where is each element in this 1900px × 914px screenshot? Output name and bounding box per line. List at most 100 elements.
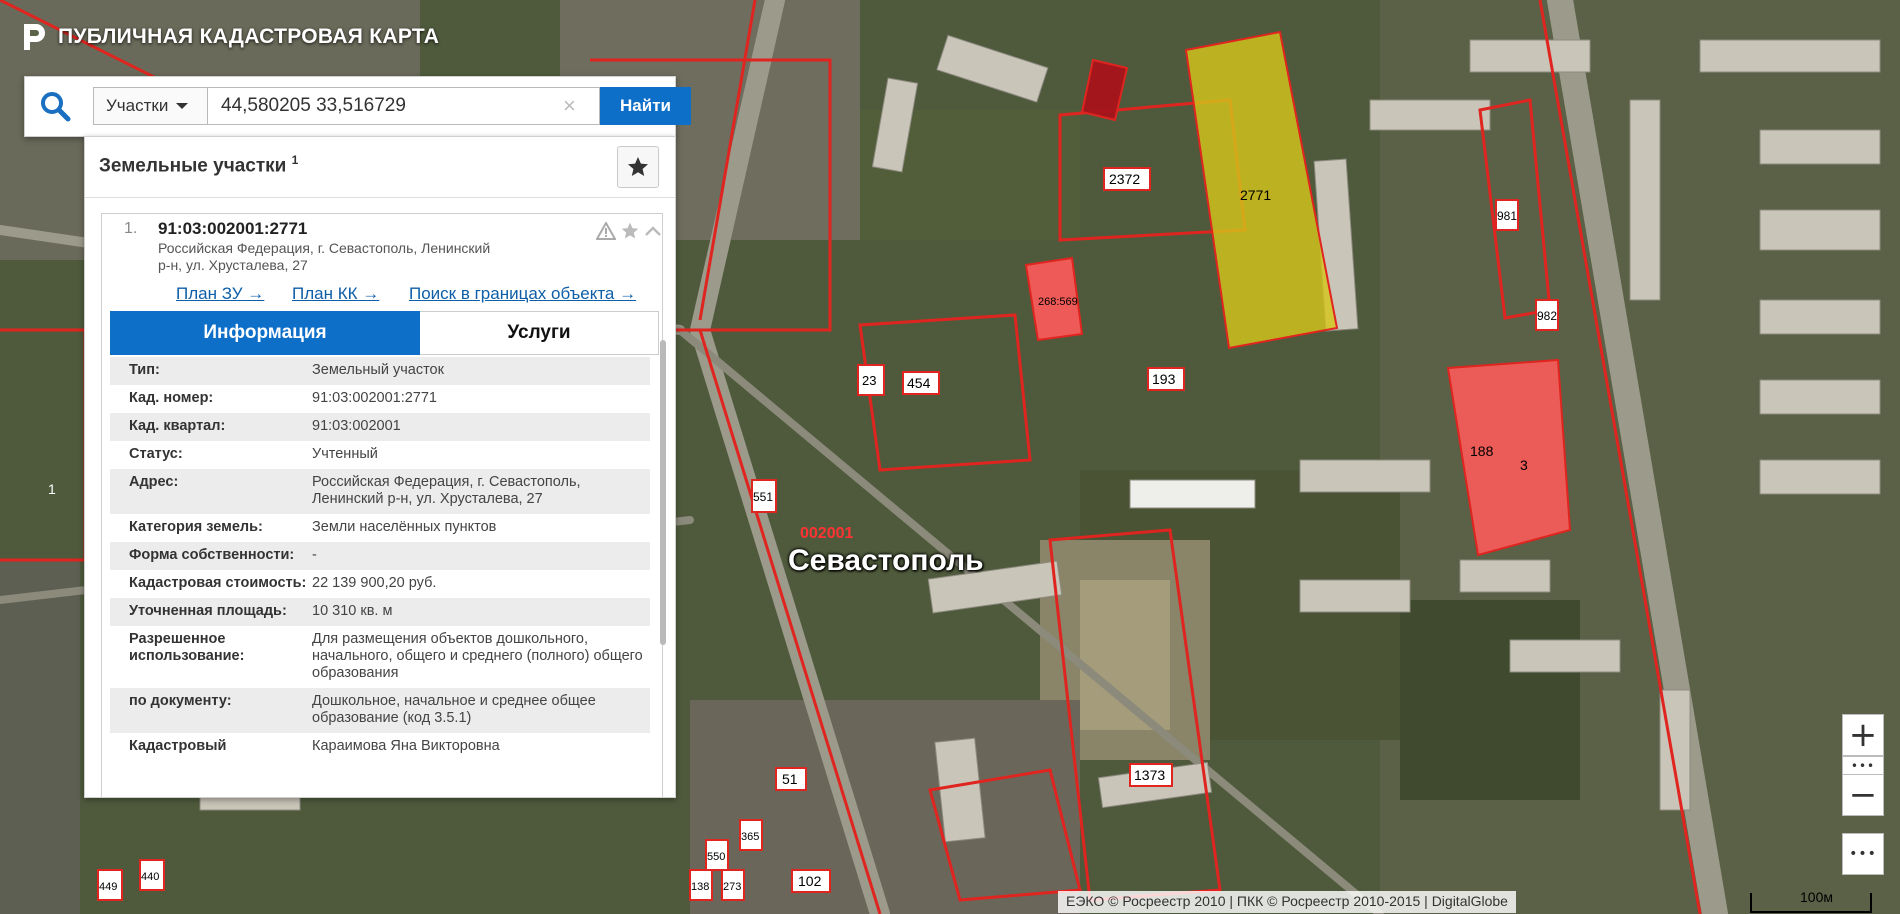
result-address: Российская Федерация, г. Севастополь, Ле…: [158, 240, 558, 274]
row-value: -: [312, 547, 317, 563]
row-key: Кадастровая стоимость:: [129, 575, 307, 591]
panel-title-text: Земельные участки: [99, 155, 287, 177]
parcel-label: 365: [741, 831, 759, 843]
row-key: Кад. квартал:: [129, 418, 226, 434]
zoom-in-button[interactable]: +: [1842, 714, 1884, 756]
parcel-label: 193: [1152, 371, 1176, 387]
favorite-button[interactable]: [617, 146, 659, 188]
chevron-down-icon: [176, 103, 189, 109]
address-line: р-н, ул. Хрусталева, 27: [158, 257, 308, 273]
result-links: План ЗУ → План КК → Поиск в границах объ…: [176, 284, 656, 304]
results-panel: Земельные участки 1 1. 91:03:002001:2771…: [84, 136, 676, 798]
star-icon: [628, 157, 648, 176]
panel-title-count: 1: [291, 153, 299, 167]
tab-information[interactable]: Информация: [110, 311, 420, 355]
parcel-label: 268:569: [1038, 296, 1078, 308]
row-key: Разрешенное использование:: [129, 631, 245, 664]
parcel-label: 1: [48, 481, 56, 497]
search-within-object-link[interactable]: Поиск в границах объекта →: [409, 284, 636, 304]
table-row: Адрес: Российская Федерация, г. Севастопо…: [110, 469, 650, 514]
result-index: 1.: [124, 220, 138, 237]
zoom-more-button[interactable]: •••: [1842, 756, 1884, 776]
table-row: Кад. номер: 91:03:002001:2771: [110, 385, 650, 413]
parcel-label: 449: [99, 881, 117, 893]
parcel-label: 2372: [1109, 171, 1140, 187]
table-row: Статус: Учтенный: [110, 441, 650, 469]
scale-bar: 100м: [1750, 889, 1872, 913]
row-value: Дошкольное, начальное и среднее общее об…: [312, 693, 596, 726]
address-line: Российская Федерация, г. Севастополь, Ле…: [158, 240, 491, 256]
parcel-label: 454: [907, 375, 931, 391]
table-row: Кадастровый Караимова Яна Викторовна: [110, 733, 650, 761]
row-value: Для размещения объектов дошкольного, нач…: [312, 631, 643, 681]
parcel-label: 1373: [1134, 767, 1165, 783]
table-row: по документу: Дошкольное, начальное и сре…: [110, 688, 650, 733]
app-title: ПУБЛИЧНАЯ КАДАСТРОВАЯ КАРТА: [22, 22, 439, 52]
cadastral-quarter-label: 002001: [800, 525, 853, 542]
app-title-text: ПУБЛИЧНАЯ КАДАСТРОВАЯ КАРТА: [58, 25, 440, 48]
chevron-up-icon[interactable]: [644, 224, 662, 238]
table-row: Тип: Земельный участок: [110, 357, 650, 385]
parcel-label: 51: [782, 771, 798, 787]
row-key: Категория земель:: [129, 519, 263, 535]
more-options-button[interactable]: •••: [1842, 833, 1884, 875]
parcel-label: 440: [141, 871, 159, 883]
parcel-label: 2771: [1240, 187, 1271, 203]
find-button[interactable]: Найти: [600, 87, 691, 125]
row-key: Адрес:: [129, 474, 179, 490]
star-icon[interactable]: [620, 221, 640, 241]
row-value-link[interactable]: 91:03:002001: [312, 413, 650, 441]
parcel-label: 550: [707, 851, 725, 863]
result-cadastral-number[interactable]: 91:03:002001:2771: [158, 219, 307, 239]
row-key: Кад. номер:: [129, 390, 214, 406]
info-table: Тип: Земельный участок Кад. номер: 91:03:0…: [110, 357, 650, 761]
row-value-link[interactable]: 91:03:002001:2771: [312, 385, 650, 413]
search-type-label: Участки: [106, 96, 169, 115]
zoom-out-button[interactable]: −: [1842, 774, 1884, 816]
table-row: Категория земель: Земли населённых пункто…: [110, 514, 650, 542]
table-row: Уточненная площадь: 10 310 кв. м: [110, 598, 650, 626]
row-key: Статус:: [129, 446, 183, 462]
tab-services[interactable]: Услуги: [420, 311, 659, 355]
table-row: Форма собственности: -: [110, 542, 650, 570]
result-card: 1. 91:03:002001:2771 Российская Федераци…: [101, 213, 663, 797]
parcel-label: 551: [753, 490, 773, 504]
search-input[interactable]: [207, 87, 600, 125]
table-row: Кад. квартал: 91:03:002001: [110, 413, 650, 441]
row-value: Караимова Яна Викторовна: [312, 738, 500, 754]
panel-scrollbar[interactable]: [660, 340, 666, 645]
plan-kk-link[interactable]: План КК →: [292, 284, 379, 304]
row-key: Уточненная площадь:: [129, 603, 287, 619]
row-value: 10 310 кв. м: [312, 603, 393, 619]
search-icon[interactable]: [39, 90, 71, 122]
parcel-label: 102: [798, 873, 822, 889]
parcel-label: 982: [1537, 309, 1557, 323]
search-type-select[interactable]: Участки: [93, 87, 207, 125]
panel-title: Земельные участки 1: [99, 153, 298, 177]
row-value: Земли населённых пунктов: [312, 519, 497, 535]
row-value: Учтенный: [312, 446, 378, 462]
clear-icon[interactable]: ×: [563, 92, 576, 120]
scale-label: 100м: [1800, 889, 1833, 905]
search-box: Участки × Найти: [24, 76, 691, 137]
plan-zu-link[interactable]: План ЗУ →: [176, 284, 264, 304]
row-key: Кадастровый: [129, 738, 227, 754]
warning-icon[interactable]: [596, 222, 616, 240]
parcel-label: 188: [1470, 443, 1494, 459]
table-row: Разрешенное использование: Для размещения…: [110, 626, 650, 688]
table-row: Кадастровая стоимость: 22 139 900,20 руб.: [110, 570, 650, 598]
row-value: Земельный участок: [312, 362, 444, 378]
copyright-text: ЕЭКО © Росреестр 2010 | ПКК © Росреестр …: [1058, 891, 1516, 913]
card-icons: [596, 221, 662, 241]
row-key: по документу:: [129, 693, 232, 709]
result-tabs: Информация Услуги: [110, 311, 659, 355]
row-key: Форма собственности:: [129, 547, 295, 563]
parcel-label: 3: [1520, 457, 1528, 473]
row-key: Тип:: [129, 362, 160, 378]
row-value: 22 139 900,20 руб.: [312, 575, 437, 591]
parcel-label: 138: [691, 881, 709, 893]
parcel-label: 23: [862, 373, 876, 388]
panel-header: Земельные участки 1: [85, 137, 675, 198]
city-label: Севастополь: [788, 544, 984, 577]
parcel-label: 981: [1497, 209, 1517, 223]
